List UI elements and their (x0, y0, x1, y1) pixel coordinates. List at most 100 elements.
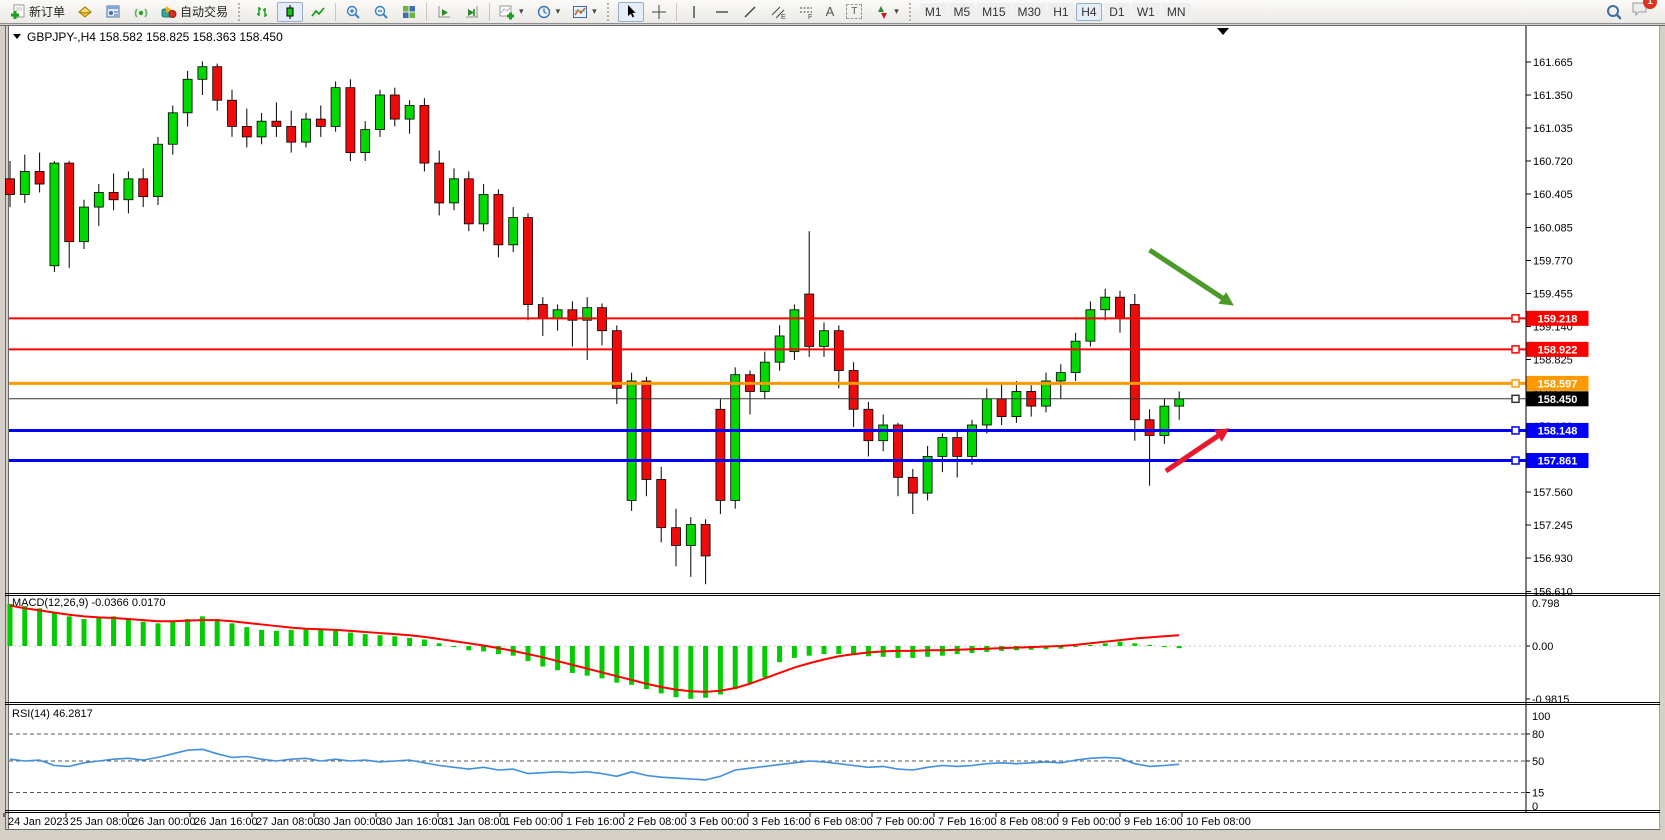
timeframe-M1[interactable]: M1 (920, 3, 947, 21)
cursor-button[interactable] (618, 2, 644, 22)
svg-text:8 Feb 08:00: 8 Feb 08:00 (1000, 816, 1059, 828)
svg-text:158.597: 158.597 (1538, 378, 1578, 390)
svg-text:50: 50 (1532, 756, 1544, 768)
timeframe-D1[interactable]: D1 (1104, 3, 1130, 21)
svg-text:161.035: 161.035 (1533, 123, 1573, 135)
periods-button[interactable]: ▾ (531, 2, 566, 22)
fibonacci-button[interactable]: F (793, 2, 819, 22)
candlestick-chart-button[interactable] (277, 2, 303, 22)
toolbar-grip (909, 3, 915, 21)
data-window-button[interactable] (100, 2, 126, 22)
chart-shift-button[interactable] (459, 2, 485, 22)
vertical-line-icon (686, 4, 702, 20)
timeframe-M5[interactable]: M5 (949, 3, 976, 21)
svg-text:30 Jan 16:00: 30 Jan 16:00 (380, 816, 444, 828)
tile-windows-button[interactable] (396, 2, 422, 22)
news-signal-button[interactable] (128, 2, 154, 22)
indicators-icon (499, 4, 515, 20)
notification-badge: 1 (1643, 0, 1657, 9)
svg-text:31 Jan 08:00: 31 Jan 08:00 (442, 816, 506, 828)
search-icon[interactable] (1605, 4, 1621, 20)
autotrade-label: 自动交易 (180, 3, 228, 20)
svg-text:1 Feb 00:00: 1 Feb 00:00 (504, 816, 563, 828)
autotrade-icon (161, 4, 177, 20)
dropdown-caret: ▾ (592, 6, 597, 17)
equidistant-channel-button[interactable]: E (765, 2, 791, 22)
toolbar-separator (426, 3, 427, 21)
text-tool-button[interactable]: A (821, 2, 840, 22)
tile-windows-icon (401, 4, 417, 20)
svg-text:159.455: 159.455 (1533, 289, 1573, 301)
timeframe-H1[interactable]: H1 (1048, 3, 1074, 21)
svg-text:26 Jan 00:00: 26 Jan 00:00 (132, 816, 196, 828)
timeframe-M30[interactable]: M30 (1013, 3, 1046, 21)
text-label-icon: T (846, 4, 862, 19)
dropdown-caret: ▾ (894, 6, 899, 17)
svg-text:MACD(12,26,9) -0.0366 0.0170: MACD(12,26,9) -0.0366 0.0170 (12, 597, 165, 609)
svg-text:7 Feb 16:00: 7 Feb 16:00 (938, 816, 997, 828)
svg-text:161.350: 161.350 (1533, 90, 1573, 102)
svg-text:10 Feb 08:00: 10 Feb 08:00 (1186, 816, 1251, 828)
toolbar: 新订单 自动交易 (0, 0, 1665, 24)
svg-text:9 Feb 16:00: 9 Feb 16:00 (1124, 816, 1183, 828)
svg-text:158.922: 158.922 (1538, 344, 1578, 356)
toolbar-separator (676, 3, 677, 21)
svg-text:6 Feb 08:00: 6 Feb 08:00 (814, 816, 873, 828)
svg-text:1 Feb 16:00: 1 Feb 16:00 (566, 816, 625, 828)
vertical-line-button[interactable] (681, 2, 707, 22)
horizontal-line-button[interactable] (709, 2, 735, 22)
svg-text:9 Feb 00:00: 9 Feb 00:00 (1062, 816, 1121, 828)
arrows-tool-button[interactable]: ▾ (869, 2, 904, 22)
new-order-button[interactable]: 新订单 (5, 2, 70, 22)
chat-button[interactable]: 1 (1631, 1, 1649, 22)
trendline-icon (742, 4, 758, 20)
svg-text:27 Jan 08:00: 27 Jan 08:00 (256, 816, 320, 828)
signal-icon (133, 4, 149, 20)
bar-chart-button[interactable] (249, 2, 275, 22)
horizontal-line-icon (714, 4, 730, 20)
svg-text:157.245: 157.245 (1533, 520, 1573, 532)
bar-chart-icon (254, 4, 270, 20)
line-chart-icon (310, 4, 326, 20)
svg-text:160.720: 160.720 (1533, 156, 1573, 168)
chart-window[interactable]: 161.665161.350161.035160.720160.405160.0… (0, 24, 1665, 835)
crosshair-icon (651, 4, 667, 20)
svg-text:157.861: 157.861 (1538, 456, 1578, 468)
svg-text:156.930: 156.930 (1533, 553, 1573, 565)
line-chart-button[interactable] (305, 2, 331, 22)
autotrade-button[interactable]: 自动交易 (156, 2, 233, 22)
timeframe-H4[interactable]: H4 (1076, 3, 1102, 21)
trendline-button[interactable] (737, 2, 763, 22)
indicators-button[interactable]: ▾ (494, 2, 529, 22)
dropdown-caret: ▾ (519, 6, 524, 17)
candlestick-chart-icon (282, 4, 298, 20)
svg-text:0.798: 0.798 (1532, 598, 1560, 610)
toolbar-separator (489, 3, 490, 21)
clock-icon (536, 4, 552, 20)
svg-text:15: 15 (1532, 788, 1544, 800)
timeframe-MN[interactable]: MN (1162, 3, 1191, 21)
zoom-in-button[interactable] (340, 2, 366, 22)
zoom-out-icon (373, 4, 389, 20)
timeframe-W1[interactable]: W1 (1132, 3, 1160, 21)
cursor-icon (623, 4, 639, 20)
svg-text:80: 80 (1532, 729, 1544, 741)
toolbar-separator (335, 3, 336, 21)
svg-text:24 Jan 2023: 24 Jan 2023 (8, 816, 69, 828)
svg-text:7 Feb 00:00: 7 Feb 00:00 (876, 816, 935, 828)
text-label-button[interactable]: T (841, 2, 867, 22)
gold-bar-icon (77, 4, 93, 20)
chart-canvas[interactable]: 161.665161.350161.035160.720160.405160.0… (0, 24, 1665, 835)
text-tool-icon: A (826, 4, 835, 19)
auto-scroll-button[interactable] (431, 2, 457, 22)
svg-text:157.560: 157.560 (1533, 487, 1573, 499)
zoom-out-button[interactable] (368, 2, 394, 22)
market-watch-button[interactable] (72, 2, 98, 22)
templates-button[interactable]: ▾ (567, 2, 602, 22)
svg-text:3 Feb 16:00: 3 Feb 16:00 (752, 816, 811, 828)
templates-icon (572, 4, 588, 20)
svg-text:161.665: 161.665 (1533, 57, 1573, 69)
crosshair-button[interactable] (646, 2, 672, 22)
timeframe-M15[interactable]: M15 (977, 3, 1010, 21)
toolbar-right: 1 (1605, 1, 1661, 22)
